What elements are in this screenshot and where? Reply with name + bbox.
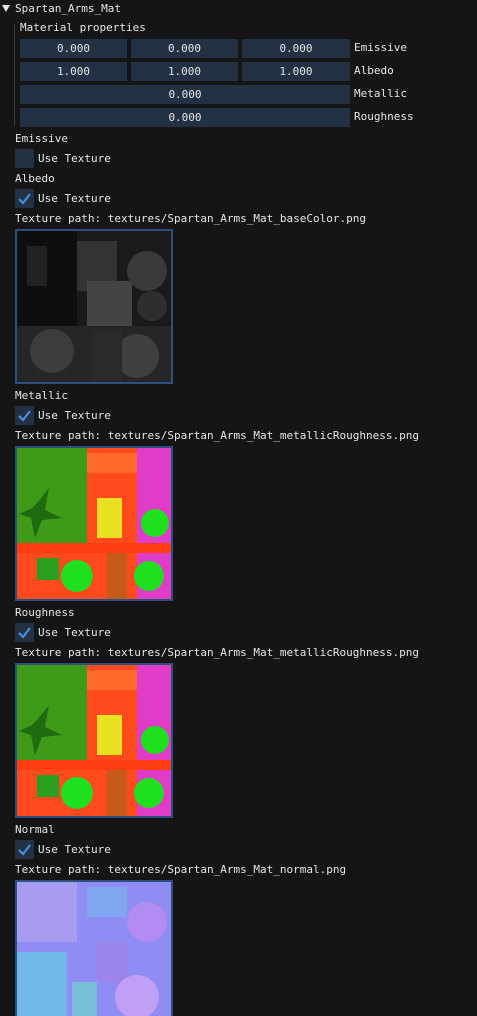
normal-use-texture-label[interactable]: Use Texture xyxy=(38,843,111,857)
albedo-g-field[interactable]: 1.000 xyxy=(131,62,238,81)
checkmark-icon xyxy=(18,627,31,639)
albedo-texture-path: Texture path: textures/Spartan_Arms_Mat_… xyxy=(15,212,366,225)
roughness-property-label: Roughness xyxy=(354,110,414,123)
roughness-use-texture-label[interactable]: Use Texture xyxy=(38,626,111,640)
normal-section-label: Normal xyxy=(15,823,55,836)
metallic-texture-path: Texture path: textures/Spartan_Arms_Mat_… xyxy=(15,429,419,442)
albedo-property-label: Albedo xyxy=(354,64,394,77)
material-tree-node[interactable]: Spartan_Arms_Mat xyxy=(0,2,200,16)
roughness-field[interactable]: 0.000 xyxy=(20,108,350,127)
normal-texture-path: Texture path: textures/Spartan_Arms_Mat_… xyxy=(15,863,347,876)
triangle-down-icon[interactable] xyxy=(2,5,10,12)
metallic-use-texture-checkbox[interactable] xyxy=(15,406,34,425)
normal-use-texture-checkbox[interactable] xyxy=(15,840,34,859)
albedo-texture-preview xyxy=(15,229,173,384)
roughness-section-label: Roughness xyxy=(15,606,75,619)
roughness-texture-preview xyxy=(15,663,173,818)
emissive-use-texture-checkbox[interactable] xyxy=(15,149,34,168)
roughness-texture-path: Texture path: textures/Spartan_Arms_Mat_… xyxy=(15,646,419,659)
material-name: Spartan_Arms_Mat xyxy=(15,2,121,15)
albedo-b-field[interactable]: 1.000 xyxy=(242,62,350,81)
material-properties-heading: Material properties xyxy=(20,21,146,34)
metallic-use-texture-label[interactable]: Use Texture xyxy=(38,409,111,423)
metallic-texture-preview xyxy=(15,446,173,601)
metallic-field[interactable]: 0.000 xyxy=(20,85,350,104)
emissive-r-field[interactable]: 0.000 xyxy=(20,39,127,58)
roughness-use-texture-checkbox[interactable] xyxy=(15,623,34,642)
checkmark-icon xyxy=(18,844,31,856)
normal-texture-preview xyxy=(15,880,173,1016)
albedo-section-label: Albedo xyxy=(15,172,55,185)
metallic-section-label: Metallic xyxy=(15,389,68,402)
tree-indent-guide xyxy=(14,24,15,126)
emissive-b-field[interactable]: 0.000 xyxy=(242,39,350,58)
emissive-section-label: Emissive xyxy=(15,132,68,145)
emissive-property-label: Emissive xyxy=(354,41,407,54)
emissive-use-texture-label[interactable]: Use Texture xyxy=(38,152,111,166)
albedo-r-field[interactable]: 1.000 xyxy=(20,62,127,81)
checkmark-icon xyxy=(18,193,31,205)
albedo-use-texture-label[interactable]: Use Texture xyxy=(38,192,111,206)
albedo-use-texture-checkbox[interactable] xyxy=(15,189,34,208)
checkmark-icon xyxy=(18,410,31,422)
emissive-g-field[interactable]: 0.000 xyxy=(131,39,238,58)
metallic-property-label: Metallic xyxy=(354,87,407,100)
